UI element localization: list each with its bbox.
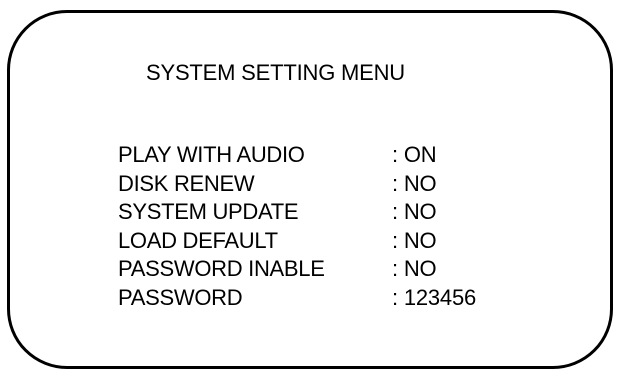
setting-label: SYSTEM UPDATE xyxy=(118,199,299,225)
setting-row-play-with-audio[interactable]: PLAY WITH AUDIO : ON xyxy=(118,141,538,170)
setting-row-system-update[interactable]: SYSTEM UPDATE : NO xyxy=(118,198,538,227)
setting-value[interactable]: : NO xyxy=(392,172,437,195)
menu-title: SYSTEM SETTING MENU xyxy=(146,60,405,85)
setting-label: PASSWORD INABLE xyxy=(118,256,325,282)
setting-label: DISK RENEW xyxy=(118,170,255,196)
setting-value[interactable]: : NO xyxy=(392,229,437,252)
setting-value[interactable]: : 123456 xyxy=(392,286,476,309)
setting-row-password-inable[interactable]: PASSWORD INABLE : NO xyxy=(118,255,538,284)
setting-value[interactable]: : NO xyxy=(392,201,437,223)
setting-label: PLAY WITH AUDIO xyxy=(118,142,305,168)
setting-row-load-default[interactable]: LOAD DEFAULT : NO xyxy=(118,227,538,256)
setting-value[interactable]: : ON xyxy=(392,144,437,166)
setting-row-disk-renew[interactable]: DISK RENEW : NO xyxy=(118,170,538,199)
setting-row-password[interactable]: PASSWORD : 123456 xyxy=(118,284,538,313)
setting-label: PASSWORD xyxy=(118,284,243,310)
settings-list: PLAY WITH AUDIO : ON DISK RENEW : NO SYS… xyxy=(118,141,538,312)
setting-value[interactable]: : NO xyxy=(392,258,437,280)
setting-label: LOAD DEFAULT xyxy=(118,227,278,253)
